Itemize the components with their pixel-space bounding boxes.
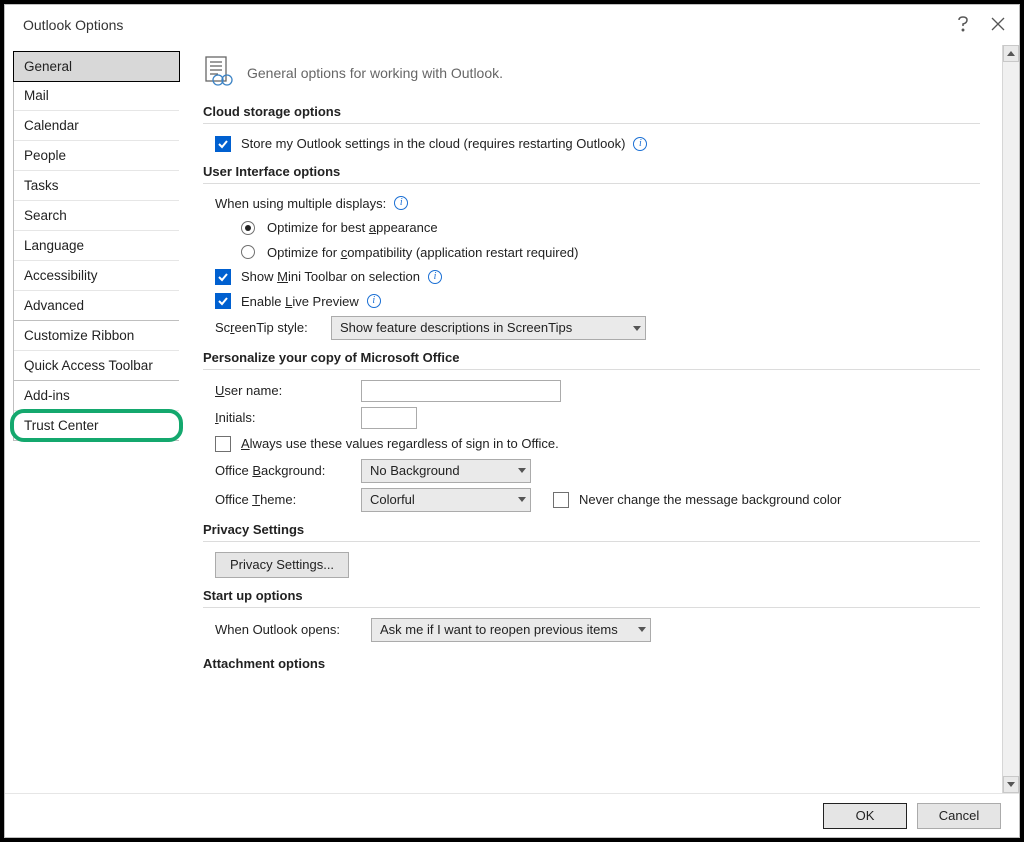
label-never-change-bg: Never change the message background colo… bbox=[579, 490, 841, 510]
section-title-attachment: Attachment options bbox=[203, 656, 980, 671]
close-icon[interactable] bbox=[991, 17, 1005, 34]
combobox-screentip-style[interactable]: Show feature descriptions in ScreenTips bbox=[331, 316, 646, 340]
section-title-ui: User Interface options bbox=[203, 164, 980, 179]
label-initials: Initials: bbox=[215, 408, 355, 428]
combobox-office-background[interactable]: No Background bbox=[361, 459, 531, 483]
label-office-theme: Office Theme: bbox=[215, 490, 355, 510]
sidebar-item-quick-access-toolbar[interactable]: Quick Access Toolbar bbox=[14, 351, 179, 381]
info-icon[interactable] bbox=[367, 294, 381, 308]
dialog-title: Outlook Options bbox=[19, 17, 123, 33]
textbox-initials[interactable] bbox=[361, 407, 417, 429]
label-multiple-displays: When using multiple displays: bbox=[215, 194, 386, 214]
sidebar-item-advanced[interactable]: Advanced bbox=[14, 291, 179, 321]
textbox-user-name[interactable] bbox=[361, 380, 561, 402]
sidebar-item-language[interactable]: Language bbox=[14, 231, 179, 261]
checkbox-never-change-bg[interactable] bbox=[553, 492, 569, 508]
radio-optimize-compatibility[interactable] bbox=[241, 245, 255, 259]
label-store-cloud: Store my Outlook settings in the cloud (… bbox=[241, 134, 625, 154]
sidebar-item-search[interactable]: Search bbox=[14, 201, 179, 231]
sidebar-item-accessibility[interactable]: Accessibility bbox=[14, 261, 179, 291]
label-optimize-compatibility: Optimize for compatibility (application … bbox=[267, 243, 578, 263]
sidebar-item-trust-center[interactable]: Trust Center bbox=[14, 411, 179, 440]
scroll-up-button[interactable] bbox=[1003, 45, 1019, 62]
scroll-down-button[interactable] bbox=[1003, 776, 1019, 793]
label-when-outlook-opens: When Outlook opens: bbox=[215, 620, 365, 640]
section-title-personalize: Personalize your copy of Microsoft Offic… bbox=[203, 350, 980, 365]
info-icon[interactable] bbox=[633, 137, 647, 151]
privacy-settings-button[interactable]: Privacy Settings... bbox=[215, 552, 349, 578]
help-icon[interactable] bbox=[957, 16, 969, 35]
label-optimize-appearance: Optimize for best appearance bbox=[267, 218, 438, 238]
info-icon[interactable] bbox=[428, 270, 442, 284]
content-panel: General options for working with Outlook… bbox=[187, 45, 1002, 793]
sidebar-item-calendar[interactable]: Calendar bbox=[14, 111, 179, 141]
section-title-privacy: Privacy Settings bbox=[203, 522, 980, 537]
general-header-icon bbox=[203, 55, 237, 90]
sidebar-item-mail[interactable]: Mail bbox=[14, 81, 179, 111]
radio-optimize-appearance[interactable] bbox=[241, 221, 255, 235]
vertical-scrollbar[interactable] bbox=[1002, 45, 1019, 793]
label-office-background: Office Background: bbox=[215, 461, 355, 481]
sidebar-item-general[interactable]: General bbox=[13, 51, 180, 82]
label-live-preview: Enable Live Preview bbox=[241, 292, 359, 312]
titlebar: Outlook Options bbox=[5, 5, 1019, 45]
checkbox-always-use-values[interactable] bbox=[215, 436, 231, 452]
combobox-office-theme[interactable]: Colorful bbox=[361, 488, 531, 512]
label-screentip-style: ScreenTip style: bbox=[215, 318, 325, 338]
page-subtitle: General options for working with Outlook… bbox=[247, 65, 503, 81]
section-title-cloud: Cloud storage options bbox=[203, 104, 980, 119]
category-sidebar: General Mail Calendar People Tasks Searc… bbox=[5, 45, 187, 793]
section-title-startup: Start up options bbox=[203, 588, 980, 603]
label-mini-toolbar: Show Mini Toolbar on selection bbox=[241, 267, 420, 287]
combobox-startup[interactable]: Ask me if I want to reopen previous item… bbox=[371, 618, 651, 642]
checkbox-live-preview[interactable] bbox=[215, 293, 231, 309]
options-dialog: Outlook Options General bbox=[4, 4, 1020, 838]
label-always-use-values: Always use these values regardless of si… bbox=[241, 434, 559, 454]
label-user-name: User name: bbox=[215, 381, 355, 401]
cancel-button[interactable]: Cancel bbox=[917, 803, 1001, 829]
sidebar-item-add-ins[interactable]: Add-ins bbox=[14, 380, 179, 411]
sidebar-item-people[interactable]: People bbox=[14, 141, 179, 171]
sidebar-item-tasks[interactable]: Tasks bbox=[14, 171, 179, 201]
sidebar-item-customize-ribbon[interactable]: Customize Ribbon bbox=[14, 320, 179, 351]
info-icon[interactable] bbox=[394, 196, 408, 210]
checkbox-store-cloud[interactable] bbox=[215, 136, 231, 152]
dialog-footer: OK Cancel bbox=[5, 793, 1019, 837]
checkbox-mini-toolbar[interactable] bbox=[215, 269, 231, 285]
ok-button[interactable]: OK bbox=[823, 803, 907, 829]
